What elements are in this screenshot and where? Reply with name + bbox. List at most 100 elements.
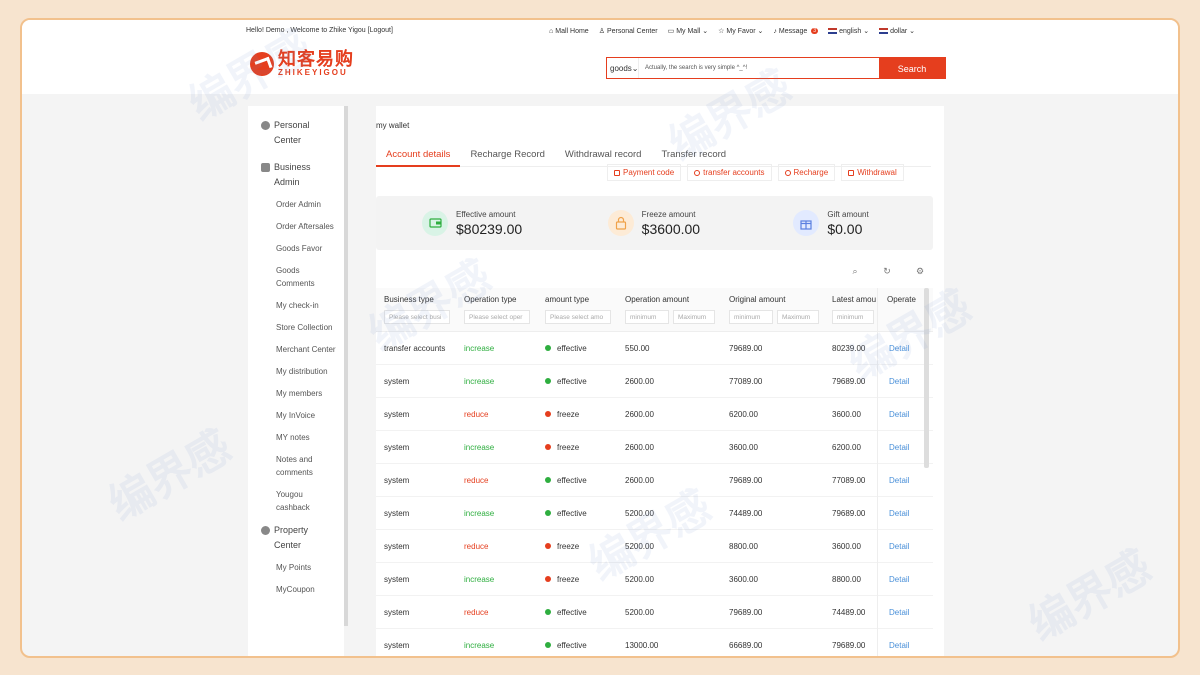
sidebar-item-order-admin[interactable]: Order Admin	[276, 198, 336, 211]
col-amount-type[interactable]: amount type	[545, 295, 589, 304]
sidebar-item-invoice[interactable]: My InVoice	[276, 409, 336, 422]
effective-amount-value: $80239.00	[456, 220, 523, 237]
table-vertical-scrollbar[interactable]	[924, 288, 929, 468]
greeting-text[interactable]: Hello! Demo , Welcome to Zhike Yigou [Lo…	[246, 27, 393, 34]
settings-icon[interactable]: ⚙	[915, 266, 925, 276]
detail-link[interactable]: Detail	[889, 476, 909, 485]
table-row: transfer accounts increase effective 550.00…	[376, 332, 933, 365]
sidebar-item-goods-favor[interactable]: Goods Favor	[276, 242, 336, 255]
freeze-amount-label: Freeze amount	[641, 209, 696, 219]
nav-language[interactable]: english ⌄	[828, 27, 869, 35]
cell-business-type: system	[384, 575, 410, 584]
cell-original-amount: 3600.00	[729, 443, 758, 452]
table-row: system reduce freeze 2600.00 6200.00 3600.00 D…	[376, 398, 933, 431]
payment-code-button[interactable]: Payment code	[607, 164, 682, 181]
detail-link[interactable]: Detail	[889, 575, 909, 584]
sidebar-item-members[interactable]: My members	[276, 387, 336, 400]
sidebar-group-personal[interactable]: Personal Center	[248, 118, 344, 148]
cell-amount-type: effective	[545, 509, 587, 518]
search-icon[interactable]: ⌕	[850, 266, 860, 276]
detail-link[interactable]: Detail	[889, 608, 909, 617]
sidebar-item-coupon[interactable]: MyCoupon	[276, 583, 336, 596]
logo-icon	[250, 51, 274, 76]
col-business-type[interactable]: Business type	[384, 295, 434, 304]
operation-type-filter[interactable]: Please select oper	[464, 310, 530, 324]
recharge-button[interactable]: Recharge	[777, 164, 836, 181]
nav-personal-center[interactable]: ♙ Personal Center	[598, 27, 658, 36]
balance-cards: Effective amount $80239.00 Freeze amount $…	[376, 196, 933, 250]
sidebar-item-store-collection[interactable]: Store Collection	[276, 321, 336, 334]
status-dot-icon	[545, 542, 551, 549]
sidebar-item-points[interactable]: My Points	[276, 561, 336, 574]
cell-latest-amount: 79689.00	[832, 377, 866, 386]
nav-my-favor[interactable]: ☆ My Favor ⌄	[718, 27, 763, 35]
search-input[interactable]: Actually, the search is very simple ^_^!	[639, 58, 879, 78]
cell-business-type: system	[384, 641, 410, 650]
sidebar-item-distribution[interactable]: My distribution	[276, 365, 336, 378]
col-original-amount[interactable]: Original amount	[729, 295, 785, 304]
nav-currency[interactable]: dollar ⌄	[879, 27, 915, 35]
detail-link[interactable]: Detail	[889, 509, 909, 518]
nav-mall-home[interactable]: ⌂ Mall Home	[549, 27, 589, 35]
action-buttons: Payment code transfer accounts Recharge …	[607, 164, 904, 181]
top-nav: ⌂ Mall Home ♙ Personal Center ▭ My Mall ⌄ ☆…	[549, 27, 915, 36]
header: 知客易购 ZHIKEYIGOU goods⌄ Actually, the sea…	[22, 42, 1178, 94]
original-amount-min[interactable]: minimum	[729, 310, 773, 324]
search-button[interactable]: Search	[879, 58, 945, 78]
detail-link[interactable]: Detail	[889, 410, 909, 419]
status-dot-icon	[545, 509, 551, 516]
sidebar-scrollbar[interactable]	[344, 106, 348, 626]
tab-account-details[interactable]: Account details	[376, 148, 461, 167]
business-type-filter[interactable]: Please select busi	[384, 310, 450, 324]
cell-business-type: system	[384, 377, 410, 386]
cell-original-amount: 74489.00	[729, 509, 763, 518]
sidebar-item-check-in[interactable]: My check-in	[276, 299, 336, 312]
amount-type-text: effective	[557, 608, 587, 617]
detail-link[interactable]: Detail	[889, 542, 909, 551]
sidebar-item-cashback[interactable]: Yougou cashback	[276, 488, 336, 514]
table-toolbar: ⌕ ↻ ⚙	[376, 266, 933, 280]
detail-link[interactable]: Detail	[889, 641, 909, 650]
detail-link[interactable]: Detail	[889, 377, 909, 386]
amount-type-text: effective	[557, 509, 587, 518]
col-operation-type[interactable]: Operation type	[464, 295, 516, 304]
home-icon: ⌂	[549, 27, 554, 35]
detail-link[interactable]: Detail	[889, 344, 909, 353]
latest-amount-min[interactable]: minimum	[832, 310, 874, 324]
sidebar-item-merchant-center[interactable]: Merchant Center	[276, 343, 336, 356]
col-latest-amount[interactable]: Latest amou	[832, 295, 876, 304]
cell-latest-amount: 74489.00	[832, 608, 866, 617]
table-header: Business type Operation type amount type…	[376, 288, 933, 332]
sidebar-item-notes-comments[interactable]: Notes and comments	[276, 453, 336, 479]
nav-message[interactable]: ♪ Message 3	[773, 27, 819, 35]
operation-amount-min[interactable]: minimum	[625, 310, 669, 324]
search-category-select[interactable]: goods⌄	[607, 58, 639, 78]
col-operation-amount[interactable]: Operation amount	[625, 295, 689, 304]
cell-operation-type: increase	[464, 377, 495, 386]
amount-type-text: freeze	[557, 575, 580, 584]
sidebar-group-property[interactable]: Property Center	[248, 523, 344, 553]
detail-link[interactable]: Detail	[889, 443, 909, 452]
refresh-icon[interactable]: ↻	[882, 266, 892, 276]
cell-amount-type: effective	[545, 377, 587, 386]
sidebar-item-goods-comments[interactable]: Goods Comments	[276, 264, 336, 290]
nav-my-mall[interactable]: ▭ My Mall ⌄	[668, 27, 709, 35]
sidebar-group-business[interactable]: Business Admin	[248, 160, 344, 190]
sidebar: Personal Center Business Admin Order Adm…	[248, 106, 344, 656]
sidebar-item-notes[interactable]: MY notes	[276, 431, 336, 444]
operation-amount-max[interactable]: Maximum	[673, 310, 715, 324]
withdrawal-button[interactable]: Withdrawal	[841, 164, 904, 181]
sidebar-item-order-aftersales[interactable]: Order Aftersales	[276, 220, 336, 233]
logo[interactable]: 知客易购 ZHIKEYIGOU	[250, 50, 354, 77]
cell-original-amount: 6200.00	[729, 410, 758, 419]
cell-amount-type: freeze	[545, 410, 579, 419]
status-dot-icon	[545, 476, 551, 483]
tab-recharge-record[interactable]: Recharge Record	[460, 148, 554, 167]
recharge-icon	[784, 169, 791, 176]
user-icon: ♙	[598, 28, 605, 35]
transfer-accounts-button[interactable]: transfer accounts	[687, 164, 772, 181]
cell-latest-amount: 80239.00	[832, 344, 866, 353]
amount-type-filter[interactable]: Please select amo	[545, 310, 611, 324]
original-amount-max[interactable]: Maximum	[777, 310, 819, 324]
cell-original-amount: 79689.00	[729, 344, 763, 353]
